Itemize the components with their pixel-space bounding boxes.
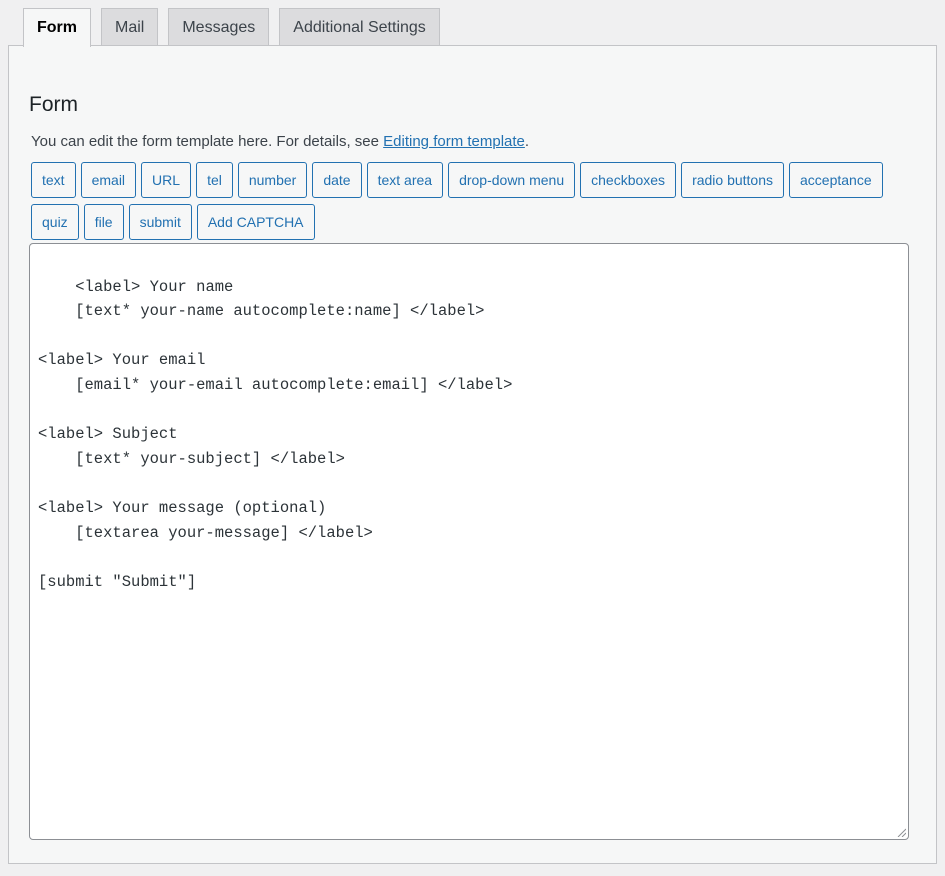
form-template-content: <label> Your name [text* your-name autoc…	[38, 277, 513, 591]
tab-mail[interactable]: Mail	[101, 8, 159, 46]
tag-button-quiz[interactable]: quiz	[31, 204, 79, 240]
tag-button-radio-buttons[interactable]: radio buttons	[681, 162, 785, 198]
tag-button-number[interactable]: number	[237, 162, 308, 198]
tag-button-file[interactable]: file	[83, 204, 124, 240]
description-suffix: .	[524, 133, 530, 150]
tag-button-text-area[interactable]: text area	[366, 162, 444, 198]
tab-bar: Form Mail Messages Additional Settings	[23, 8, 440, 47]
editing-form-template-link[interactable]: Editing form template	[383, 133, 525, 150]
tag-button-email[interactable]: email	[80, 162, 137, 198]
description-text: You can edit the form template here. For…	[31, 133, 384, 150]
tag-button-drop-down-menu[interactable]: drop-down menu	[448, 162, 576, 198]
tag-button-checkboxes[interactable]: checkboxes	[580, 162, 677, 198]
form-panel: Form You can edit the form template here…	[8, 45, 937, 864]
tag-button-acceptance[interactable]: acceptance	[789, 162, 883, 198]
tag-button-tel[interactable]: tel	[196, 162, 233, 198]
tag-generator-row-1: text email URL tel number date text area…	[31, 162, 883, 198]
tag-button-url[interactable]: URL	[141, 162, 192, 198]
panel-title: Form	[29, 93, 78, 116]
tag-button-submit[interactable]: submit	[128, 204, 192, 240]
tag-button-date[interactable]: date	[312, 162, 362, 198]
tab-messages[interactable]: Messages	[168, 8, 270, 46]
tag-button-text[interactable]: text	[31, 162, 76, 198]
tag-button-add-captcha[interactable]: Add CAPTCHA	[196, 204, 315, 240]
tab-form[interactable]: Form	[23, 8, 91, 47]
tab-additional-settings[interactable]: Additional Settings	[279, 8, 440, 46]
panel-description: You can edit the form template here. For…	[31, 133, 529, 150]
resize-grip-icon[interactable]	[896, 827, 906, 837]
tag-generator-row-2: quiz file submit Add CAPTCHA	[31, 204, 315, 240]
form-template-editor[interactable]: <label> Your name [text* your-name autoc…	[29, 243, 909, 840]
